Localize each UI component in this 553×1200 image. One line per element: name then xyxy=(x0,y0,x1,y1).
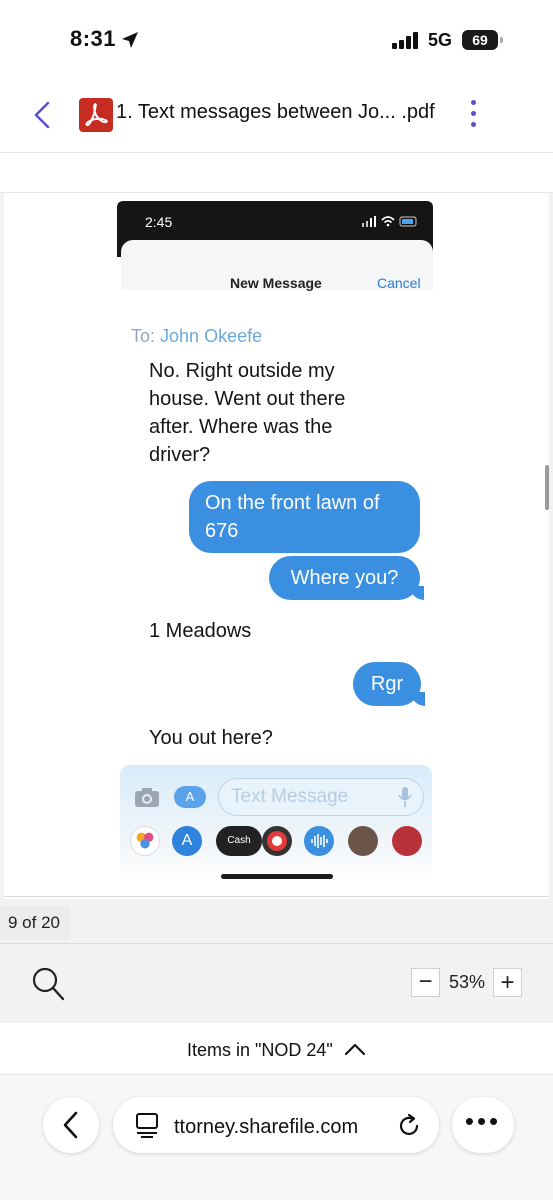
folder-label[interactable]: Items in "NOD 24" xyxy=(187,1040,333,1061)
cellular-signal-icon xyxy=(392,32,418,49)
compose-title: New Message xyxy=(230,275,322,291)
received-message: No. Right outside my house. Went out the… xyxy=(149,360,346,466)
microphone-icon xyxy=(398,787,412,807)
zoom-in-button[interactable]: + xyxy=(493,968,522,997)
sent-message-bubble: Where you? xyxy=(269,556,424,600)
recipient-line: To: John Okeefe xyxy=(131,326,262,347)
app-store-tray-icon: A xyxy=(172,826,202,856)
more-button[interactable]: ••• xyxy=(452,1097,514,1153)
message-placeholder: Text Message xyxy=(231,786,349,807)
recipient-name: John Okeefe xyxy=(160,326,263,346)
page-bottom-edge xyxy=(4,896,549,897)
page-indicator: 9 of 20 xyxy=(0,906,70,940)
audio-message-icon xyxy=(304,826,334,856)
sent-message: Rgr xyxy=(370,673,404,695)
zoom-out-button[interactable]: − xyxy=(411,968,440,997)
compose-cancel: Cancel xyxy=(377,275,421,291)
camera-icon xyxy=(135,788,159,807)
to-label: To: xyxy=(131,326,156,346)
sent-message-bubble: Rgr xyxy=(353,662,425,706)
sent-message: Where you? xyxy=(290,567,399,589)
memoji-icon xyxy=(348,826,378,856)
back-arrow-icon xyxy=(63,1111,78,1139)
photos-app-icon xyxy=(130,826,160,856)
location-arrow-icon xyxy=(122,32,138,48)
network-type: 5G xyxy=(428,30,453,50)
document-title: 1. Text messages between Jo... .pdf xyxy=(116,101,435,123)
sticker-app-icon xyxy=(392,826,422,856)
reload-icon[interactable] xyxy=(396,1113,422,1139)
battery-level: 69 xyxy=(462,30,498,50)
battery-icon: 69 xyxy=(462,30,504,50)
search-icon[interactable] xyxy=(31,966,65,1002)
pdf-file-icon xyxy=(79,98,113,132)
more-options-icon[interactable] xyxy=(466,100,480,130)
tab-overview-icon[interactable] xyxy=(135,1111,159,1139)
phone-time: 2:45 xyxy=(145,214,173,230)
scrollbar[interactable] xyxy=(545,465,549,510)
status-time: 8:31 xyxy=(70,26,117,51)
record-app-icon xyxy=(262,826,292,856)
imessage-app-tray: A Cash xyxy=(126,822,432,862)
chevron-up-icon[interactable] xyxy=(343,1041,367,1057)
url-text[interactable]: ttorney.sharefile.com xyxy=(174,1116,358,1139)
received-message: 1 Meadows xyxy=(149,620,252,642)
zoom-level: 53% xyxy=(449,972,486,992)
sent-message: On the front lawn of 676 xyxy=(205,492,380,542)
received-message: You out here? xyxy=(149,727,273,749)
previous-page-edge xyxy=(0,153,553,193)
sent-message-bubble: On the front lawn of 676 xyxy=(189,481,420,553)
home-indicator xyxy=(221,874,333,879)
back-chevron-icon[interactable] xyxy=(30,100,54,130)
phone-status-icons xyxy=(362,216,417,227)
cash-app-icon: Cash xyxy=(216,826,262,856)
browser-back-button[interactable] xyxy=(43,1097,99,1153)
app-store-icon: A xyxy=(174,786,206,808)
